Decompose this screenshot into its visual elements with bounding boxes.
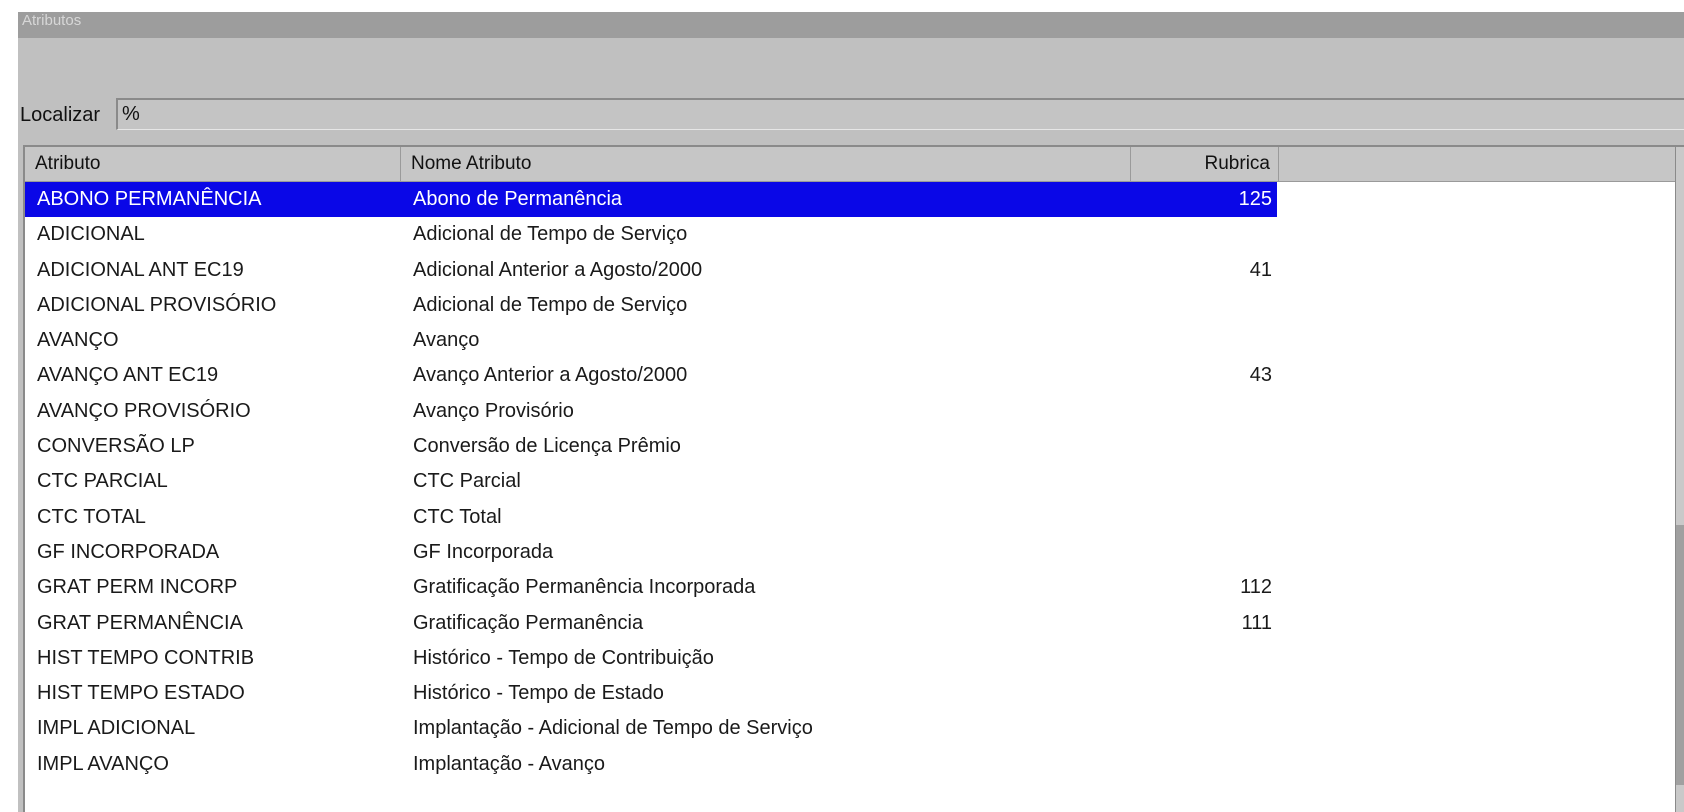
cell-atributo: CTC TOTAL <box>37 505 146 528</box>
table-row[interactable]: GF INCORPORADA GF Incorporada <box>25 535 1684 570</box>
cell-nome-atributo: Adicional de Tempo de Serviço <box>413 223 688 246</box>
cell-nome-atributo: Avanço Provisório <box>413 399 574 422</box>
cell-rubrica: 112 <box>1240 576 1272 599</box>
cell-rubrica: 125 <box>1238 188 1272 210</box>
search-input[interactable] <box>116 98 1684 130</box>
cell-rubrica <box>1135 747 1272 782</box>
column-header-atributo[interactable]: Atributo <box>25 147 401 181</box>
cell-rubrica: 41 <box>1249 258 1272 281</box>
cell-atributo: AVANÇO PROVISÓRIO <box>37 399 251 422</box>
cell-atributo: ADICIONAL ANT EC19 <box>37 258 244 281</box>
cell-atributo: GRAT PERMANÊNCIA <box>37 611 243 634</box>
table-row[interactable]: CTC PARCIAL CTC Parcial <box>25 464 1684 499</box>
cell-rubrica <box>1135 217 1272 252</box>
cell-atributo: GRAT PERM INCORP <box>37 576 238 599</box>
cell-nome-atributo: Avanço <box>413 329 480 352</box>
cell-atributo: CTC PARCIAL <box>37 470 168 493</box>
atributos-window: Atributos Localizar Atributo Nome Atribu… <box>18 12 1684 812</box>
cell-rubrica <box>1135 676 1272 711</box>
table-row[interactable]: CTC TOTAL CTC Total <box>25 500 1684 535</box>
cell-rubrica <box>1135 288 1272 323</box>
table-row[interactable]: AVANÇO ANT EC19 Avanço Anterior a Agosto/… <box>25 358 1684 393</box>
cell-rubrica <box>1135 535 1272 570</box>
cell-rubrica <box>1135 323 1272 358</box>
table-row[interactable]: AVANÇO Avanço <box>25 323 1684 358</box>
cell-rubrica <box>1135 394 1272 429</box>
cell-rubrica: 111 <box>1241 611 1272 634</box>
cell-nome-atributo: CTC Parcial <box>413 470 521 493</box>
table-row[interactable]: ADICIONAL PROVISÓRIO Adicional de Tempo d… <box>25 288 1684 323</box>
cell-nome-atributo: Gratificação Permanência <box>413 611 644 634</box>
cell-atributo: AVANÇO ANT EC19 <box>37 364 219 387</box>
table-row[interactable]: IMPL AVANÇO Implantação - Avanço <box>25 747 1684 782</box>
window-title: Atributos <box>22 12 82 29</box>
cell-rubrica <box>1135 464 1272 499</box>
table-row[interactable]: ADICIONAL ANT EC19 Adicional Anterior a A… <box>25 253 1684 288</box>
table-row[interactable]: GRAT PERM INCORP Gratificação Permanência… <box>25 570 1684 605</box>
cell-nome-atributo: Histórico - Tempo de Estado <box>413 682 664 705</box>
cell-rubrica: 43 <box>1249 364 1272 387</box>
search-row: Localizar <box>18 98 1684 132</box>
cell-atributo: IMPL ADICIONAL <box>37 717 196 740</box>
cell-nome-atributo: Implantação - Adicional de Tempo de Serv… <box>413 717 813 740</box>
table-body: ABONO PERMANÊNCIA Abono de Permanência 125… <box>25 182 1684 782</box>
column-header-rubrica[interactable]: Rubrica <box>1131 147 1279 181</box>
table-row[interactable]: HIST TEMPO ESTADO Histórico - Tempo de Es… <box>25 676 1684 711</box>
cell-rubrica <box>1135 641 1272 676</box>
cell-nome-atributo: Gratificação Permanência Incorporada <box>413 576 756 599</box>
table-row[interactable]: ABONO PERMANÊNCIA Abono de Permanência 125 <box>25 182 1684 217</box>
cell-atributo: ABONO PERMANÊNCIA <box>37 188 262 210</box>
vertical-scrollbar[interactable] <box>1675 147 1684 812</box>
search-label: Localizar <box>20 104 101 126</box>
title-bar[interactable]: Atributos <box>18 12 1684 38</box>
cell-rubrica <box>1135 500 1272 535</box>
cell-nome-atributo: Conversão de Licença Prêmio <box>413 435 681 458</box>
cell-atributo: GF INCORPORADA <box>37 540 220 563</box>
cell-nome-atributo: Histórico - Tempo de Contribuição <box>413 646 714 669</box>
cell-nome-atributo: Abono de Permanência <box>413 188 623 210</box>
cell-nome-atributo: Avanço Anterior a Agosto/2000 <box>413 364 688 387</box>
cell-atributo: AVANÇO <box>37 329 119 352</box>
cell-nome-atributo: Adicional de Tempo de Serviço <box>413 293 688 316</box>
cell-atributo: CONVERSÃO LP <box>37 435 195 458</box>
cell-atributo: HIST TEMPO ESTADO <box>37 682 245 705</box>
table-row[interactable]: CONVERSÃO LP Conversão de Licença Prêmio <box>25 429 1684 464</box>
attributes-table: Atributo Nome Atributo Rubrica ABONO PER… <box>23 145 1684 812</box>
cell-atributo: ADICIONAL <box>37 223 145 246</box>
cell-nome-atributo: CTC Total <box>413 505 502 528</box>
table-header: Atributo Nome Atributo Rubrica <box>25 147 1684 182</box>
cell-atributo: IMPL AVANÇO <box>37 752 169 775</box>
table-row[interactable]: IMPL ADICIONAL Implantação - Adicional de… <box>25 711 1684 746</box>
table-row[interactable]: AVANÇO PROVISÓRIO Avanço Provisório <box>25 394 1684 429</box>
scrollbar-thumb[interactable] <box>1676 525 1684 785</box>
table-row[interactable]: GRAT PERMANÊNCIA Gratificação Permanência… <box>25 606 1684 641</box>
cell-rubrica <box>1135 711 1272 746</box>
table-row[interactable]: HIST TEMPO CONTRIB Histórico - Tempo de C… <box>25 641 1684 676</box>
cell-nome-atributo: Adicional Anterior a Agosto/2000 <box>413 258 703 281</box>
cell-nome-atributo: Implantação - Avanço <box>413 752 605 775</box>
column-header-nome-atributo[interactable]: Nome Atributo <box>401 147 1131 181</box>
table-row[interactable]: ADICIONAL Adicional de Tempo de Serviço <box>25 217 1684 252</box>
cell-atributo: ADICIONAL PROVISÓRIO <box>37 293 277 316</box>
cell-rubrica <box>1135 429 1272 464</box>
cell-atributo: HIST TEMPO CONTRIB <box>37 646 255 669</box>
cell-nome-atributo: GF Incorporada <box>413 540 554 563</box>
